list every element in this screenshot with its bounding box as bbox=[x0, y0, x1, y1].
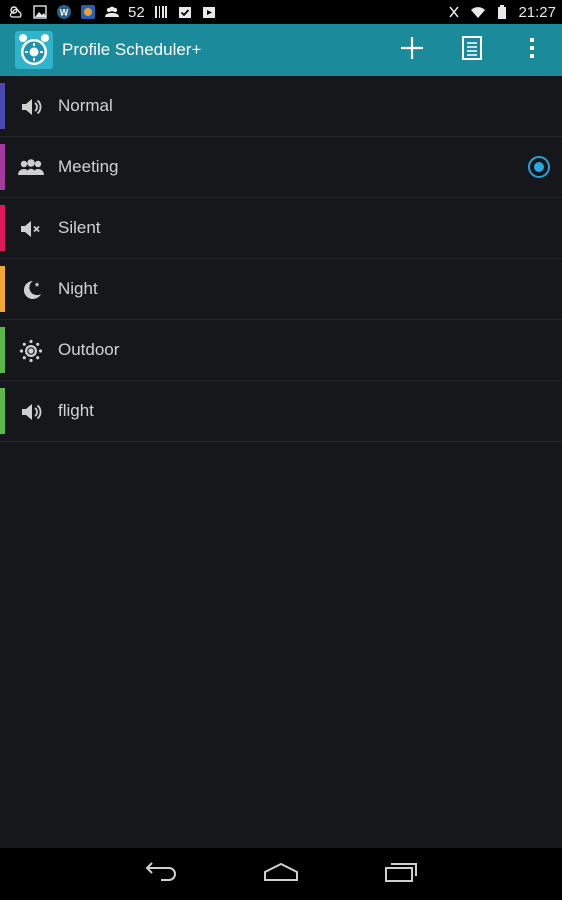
overflow-menu-button[interactable] bbox=[502, 24, 562, 76]
home-icon bbox=[263, 862, 299, 886]
profile-label: Silent bbox=[58, 218, 101, 237]
wordpress-icon: W bbox=[56, 4, 72, 20]
moon-icon bbox=[18, 277, 44, 303]
profile-label: Normal bbox=[58, 96, 113, 115]
profile-label: flight bbox=[58, 401, 94, 420]
barcode-icon bbox=[153, 4, 169, 20]
action-bar: Profile Scheduler+ bbox=[0, 24, 562, 76]
schedule-list-button[interactable] bbox=[442, 24, 502, 76]
profile-label: Night bbox=[58, 279, 98, 298]
profile-label: Outdoor bbox=[58, 340, 120, 359]
status-right: 21:27 bbox=[446, 4, 556, 21]
game-app-icon bbox=[80, 4, 96, 20]
sun-icon bbox=[18, 338, 44, 364]
profile-list: Normal Meeting Silent Night Outdoor flig… bbox=[0, 76, 562, 442]
more-vert-icon bbox=[528, 37, 536, 63]
svg-text:W: W bbox=[60, 8, 69, 18]
people-notification-icon bbox=[104, 4, 120, 20]
weather-icon bbox=[8, 4, 24, 20]
color-strip bbox=[0, 83, 5, 129]
profile-row-night[interactable]: Night bbox=[0, 259, 562, 320]
radio-selected-dot bbox=[534, 162, 544, 172]
profile-row-silent[interactable]: Silent bbox=[0, 198, 562, 259]
people-icon bbox=[18, 155, 44, 181]
color-strip bbox=[0, 144, 5, 190]
profile-row-flight[interactable]: flight bbox=[0, 381, 562, 442]
status-bar: W 52 21:27 bbox=[0, 0, 562, 24]
color-strip bbox=[0, 327, 5, 373]
document-list-icon bbox=[461, 35, 483, 65]
clock: 21:27 bbox=[518, 3, 556, 21]
alarm-clock-app-icon[interactable] bbox=[14, 30, 54, 70]
recent-apps-button[interactable] bbox=[341, 848, 461, 900]
profile-label: Meeting bbox=[58, 157, 119, 176]
speaker-mute-icon bbox=[18, 216, 44, 242]
play-store-icon bbox=[201, 4, 217, 20]
image-icon bbox=[32, 4, 48, 20]
color-strip bbox=[0, 205, 5, 251]
home-button[interactable] bbox=[221, 848, 341, 900]
wifi-icon bbox=[470, 4, 486, 20]
active-profile-radio[interactable] bbox=[528, 156, 550, 178]
status-left: W 52 bbox=[8, 4, 217, 21]
notification-count: 52 bbox=[128, 3, 145, 21]
profile-row-meeting[interactable]: Meeting bbox=[0, 137, 562, 198]
profile-row-outdoor[interactable]: Outdoor bbox=[0, 320, 562, 381]
speaker-icon bbox=[18, 94, 44, 120]
recent-apps-icon bbox=[384, 861, 418, 887]
navigation-bar bbox=[0, 848, 562, 900]
color-strip bbox=[0, 266, 5, 312]
back-button[interactable] bbox=[101, 848, 221, 900]
speaker-icon bbox=[18, 399, 44, 425]
profile-row-normal[interactable]: Normal bbox=[0, 76, 562, 137]
plus-icon bbox=[399, 35, 425, 65]
vibrate-off-icon bbox=[446, 4, 462, 20]
app-title: Profile Scheduler+ bbox=[62, 40, 202, 59]
color-strip bbox=[0, 388, 5, 434]
battery-icon bbox=[494, 4, 510, 20]
back-arrow-icon bbox=[144, 862, 178, 886]
screen: W 52 21:27 Profile Scheduler+ Normal Mee… bbox=[0, 0, 562, 900]
task-check-icon bbox=[177, 4, 193, 20]
add-profile-button[interactable] bbox=[382, 24, 442, 76]
